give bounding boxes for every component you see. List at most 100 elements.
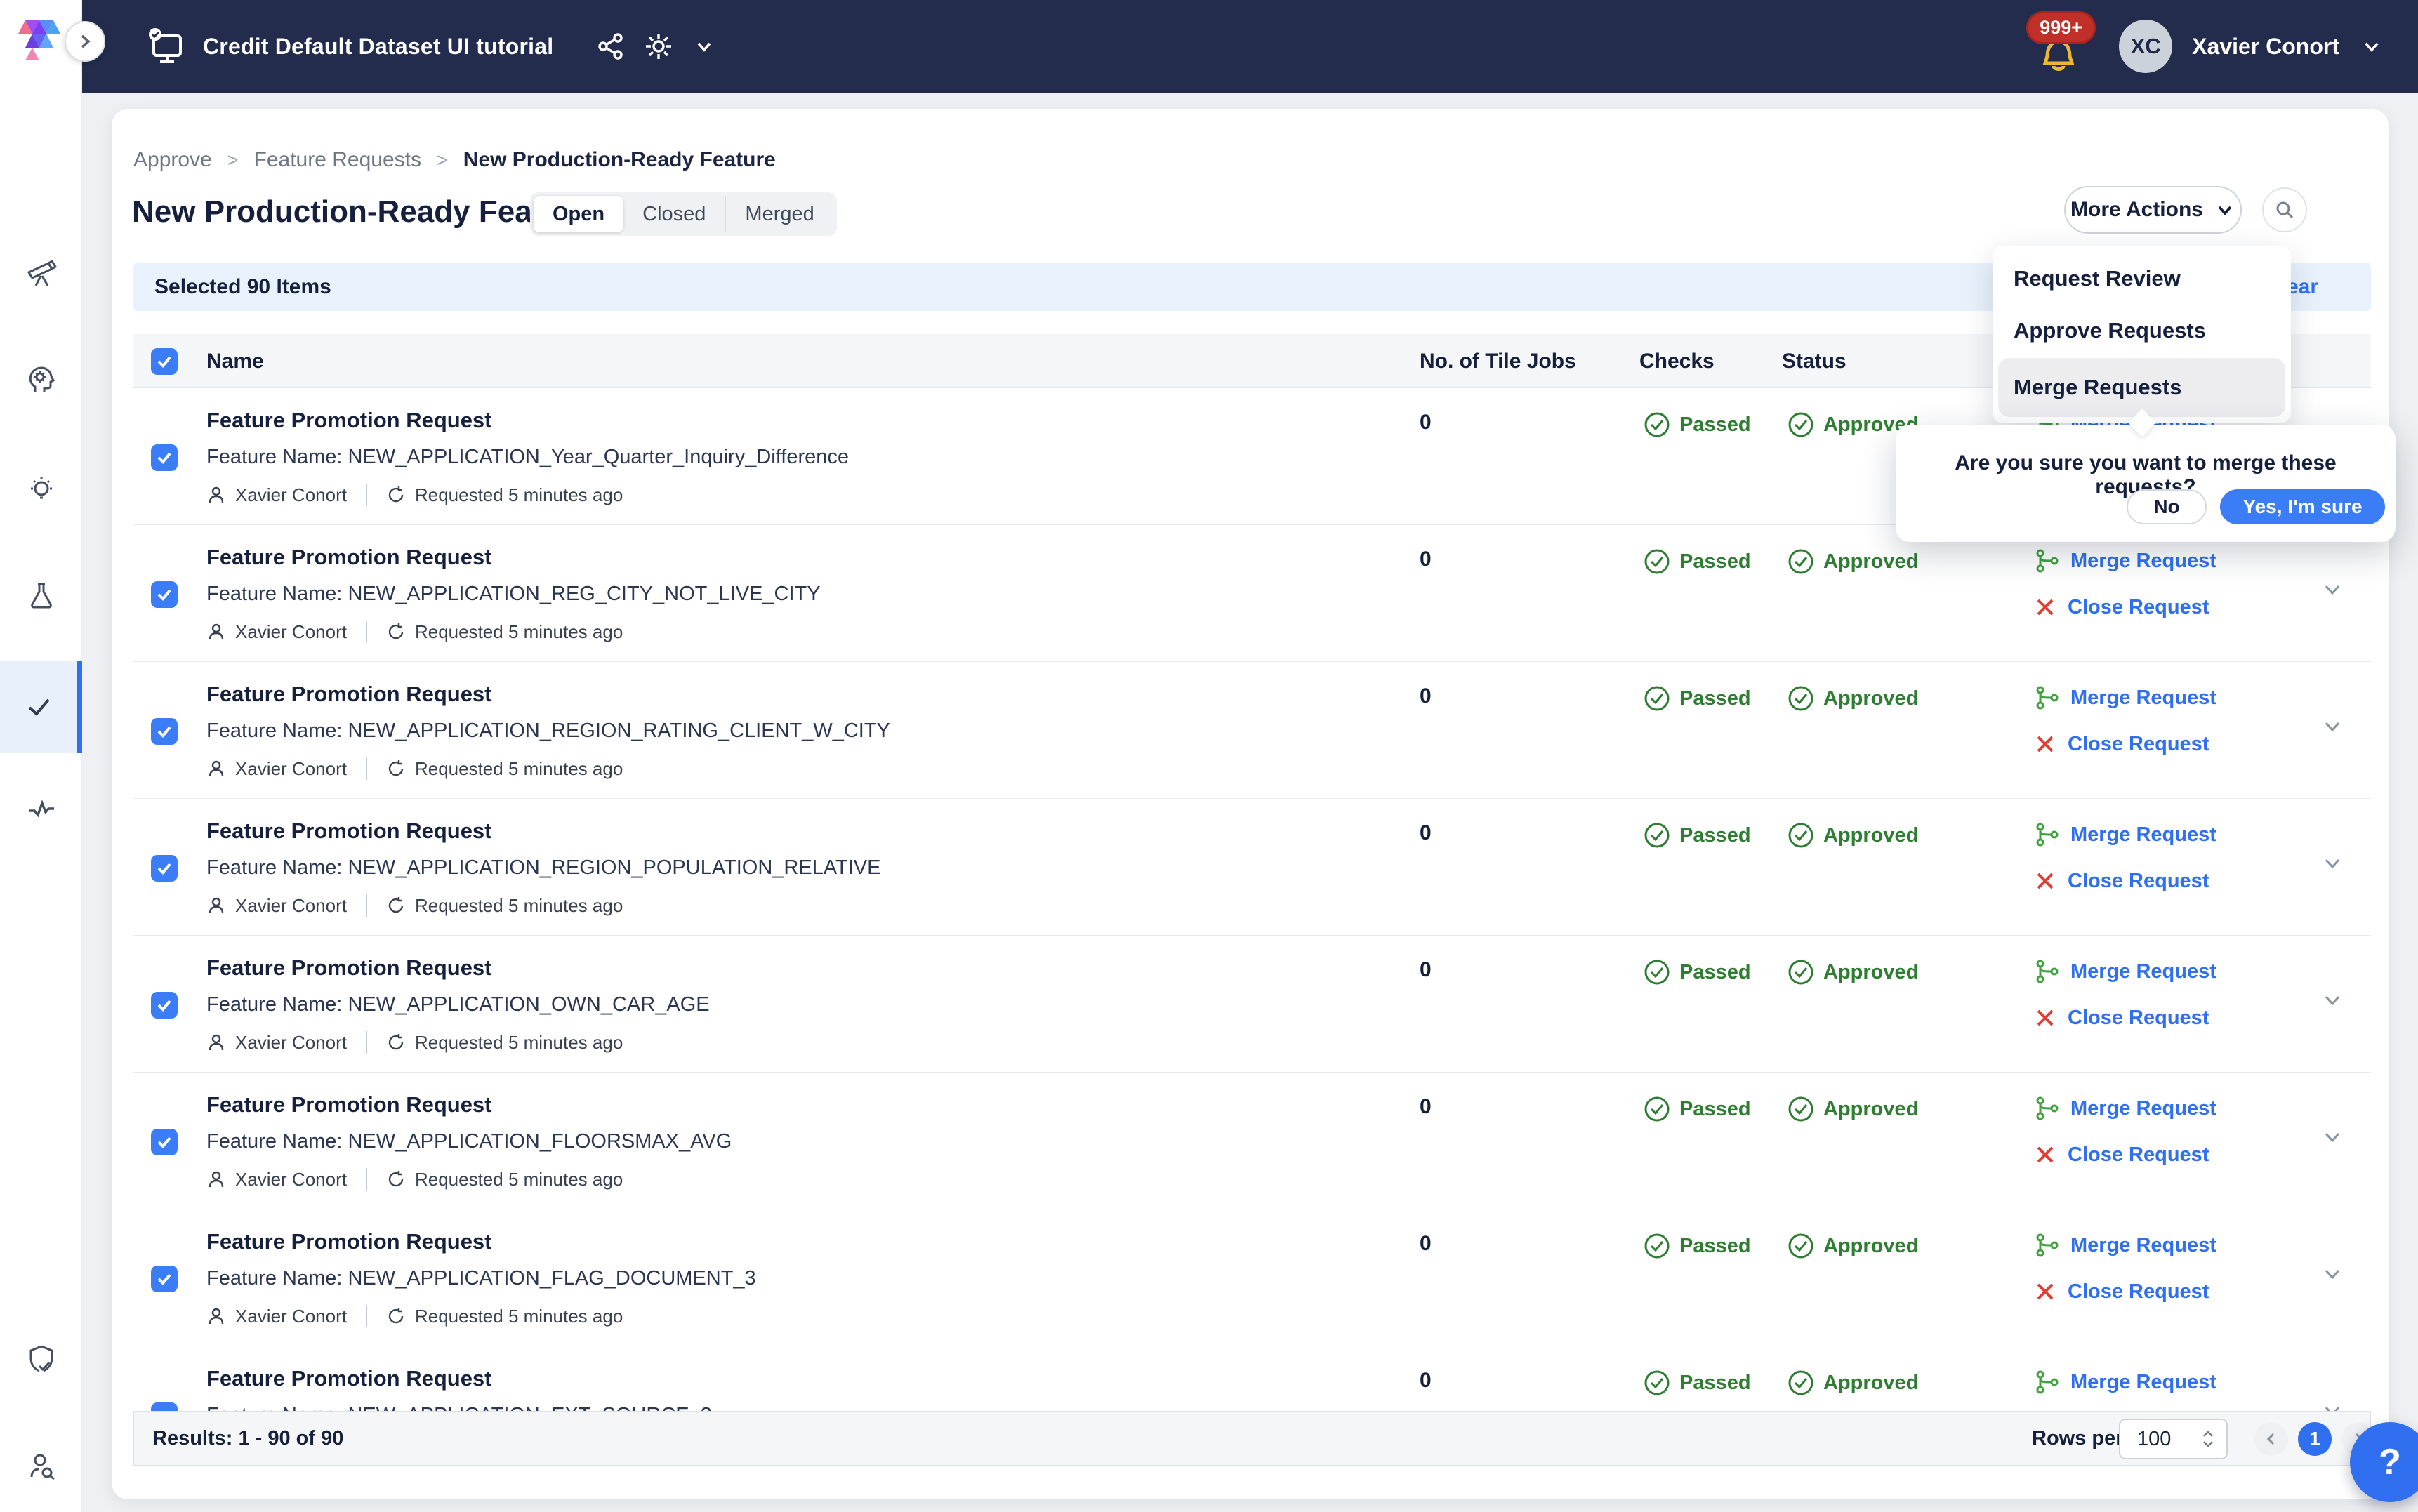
tile-jobs-value: 0: [1420, 1232, 1432, 1256]
sidebar-item-use-cases[interactable]: [0, 333, 82, 425]
merge-request-link[interactable]: Merge Request: [2033, 548, 2216, 574]
breadcrumb-feature-requests[interactable]: Feature Requests: [254, 148, 421, 172]
checkmark-icon: [155, 352, 173, 371]
request-meta: Xavier Conort Requested 5 minutes ago: [206, 757, 623, 780]
close-request-link[interactable]: Close Request: [2033, 595, 2209, 619]
user-chevron-down-icon[interactable]: [2359, 34, 2384, 59]
row-checkbox[interactable]: [151, 1129, 178, 1155]
x-icon: [2033, 732, 2057, 756]
tile-jobs-value: 0: [1420, 1369, 1432, 1393]
requester-name: Xavier Conort: [235, 1032, 347, 1054]
row-checkbox[interactable]: [151, 581, 178, 608]
project-chevron-down-icon[interactable]: [692, 34, 716, 58]
gear-icon[interactable]: [643, 31, 674, 62]
merge-request-link[interactable]: Merge Request: [2033, 1369, 2216, 1395]
lightbulb-icon: [25, 472, 58, 504]
tab-closed[interactable]: Closed: [623, 196, 725, 232]
row-expand-chevron-icon[interactable]: [2320, 988, 2345, 1013]
results-count: Results: 1 - 90 of 90: [152, 1427, 343, 1450]
sidebar-item-experiments[interactable]: [0, 549, 82, 642]
check-circle-icon: [1643, 548, 1671, 576]
request-meta: Xavier Conort Requested 5 minutes ago: [206, 1305, 623, 1327]
person-icon: [206, 622, 226, 642]
check-circle-icon: [1787, 548, 1815, 576]
request-title: Feature Promotion Request: [206, 545, 492, 570]
request-meta: Xavier Conort Requested 5 minutes ago: [206, 1031, 623, 1054]
requested-time: Requested 5 minutes ago: [415, 1169, 623, 1191]
table-footer: Results: 1 - 90 of 90 Rows per page: 100…: [133, 1411, 2371, 1466]
git-merge-icon: [2033, 1232, 2060, 1259]
sidebar-item-user-search[interactable]: [0, 1420, 82, 1512]
check-circle-icon: [1643, 1095, 1671, 1123]
divider: [366, 484, 367, 506]
checks-status: Passed: [1643, 821, 1751, 849]
search-button[interactable]: [2262, 187, 2307, 232]
row-checkbox[interactable]: [151, 992, 178, 1019]
row-checkbox[interactable]: [151, 718, 178, 745]
featurebyte-logo[interactable]: [17, 17, 62, 65]
page-1-button[interactable]: 1: [2298, 1422, 2332, 1456]
table-row: Feature Promotion Request Feature Name: …: [133, 1209, 2371, 1346]
person-icon: [206, 485, 226, 505]
menu-item-request-review[interactable]: Request Review: [1998, 256, 2285, 302]
avatar[interactable]: XC: [2119, 20, 2172, 73]
approval-status: Approved: [1787, 1095, 1918, 1123]
request-meta: Xavier Conort Requested 5 minutes ago: [206, 1168, 623, 1191]
row-expand-chevron-icon[interactable]: [2320, 851, 2345, 876]
project-title: Credit Default Dataset UI tutorial: [203, 34, 553, 60]
menu-item-approve-requests[interactable]: Approve Requests: [1998, 307, 2285, 354]
person-icon: [206, 1033, 226, 1052]
checks-status: Passed: [1643, 548, 1751, 576]
tab-merged[interactable]: Merged: [725, 196, 833, 232]
close-request-link[interactable]: Close Request: [2033, 869, 2209, 893]
request-meta: Xavier Conort Requested 5 minutes ago: [206, 894, 623, 917]
sidebar-item-approve[interactable]: [0, 661, 82, 753]
feature-name: Feature Name: NEW_APPLICATION_Year_Quart…: [206, 446, 849, 469]
select-all-checkbox[interactable]: [151, 348, 178, 375]
table-row: Feature Promotion Request Feature Name: …: [133, 525, 2371, 662]
merge-request-link[interactable]: Merge Request: [2033, 1095, 2216, 1122]
git-merge-icon: [2033, 548, 2060, 574]
yes-button[interactable]: Yes, I'm sure: [2220, 489, 2385, 524]
check-circle-icon: [1643, 821, 1671, 849]
row-expand-chevron-icon[interactable]: [2320, 1125, 2345, 1150]
checkmark-icon: [155, 585, 173, 604]
merge-request-link[interactable]: Merge Request: [2033, 684, 2216, 711]
more-actions-button[interactable]: More Actions: [2064, 186, 2242, 234]
requester-name: Xavier Conort: [235, 1306, 347, 1327]
checks-status: Passed: [1643, 1232, 1751, 1260]
sidebar-item-monitor[interactable]: [0, 763, 82, 856]
row-expand-chevron-icon[interactable]: [2320, 577, 2345, 602]
notifications-bell[interactable]: 999+: [2032, 13, 2099, 80]
sidebar-item-insights[interactable]: [0, 442, 82, 534]
row-checkbox[interactable]: [151, 444, 178, 471]
sidebar-item-governance[interactable]: [0, 1313, 82, 1405]
column-status: Status: [1782, 334, 1846, 388]
refresh-icon: [386, 1306, 406, 1326]
sidebar-toggle-button[interactable]: [65, 21, 105, 62]
tab-open[interactable]: Open: [534, 196, 623, 232]
close-request-link[interactable]: Close Request: [2033, 1143, 2209, 1167]
rows-per-page-select[interactable]: 100: [2119, 1419, 2228, 1459]
close-request-link[interactable]: Close Request: [2033, 1280, 2209, 1304]
git-merge-icon: [2033, 958, 2060, 985]
row-checkbox[interactable]: [151, 1266, 178, 1292]
row-checkbox[interactable]: [151, 855, 178, 882]
breadcrumb-approve[interactable]: Approve: [133, 148, 212, 172]
previous-page-button[interactable]: [2254, 1422, 2288, 1456]
row-expand-chevron-icon[interactable]: [2320, 1261, 2345, 1287]
close-request-link[interactable]: Close Request: [2033, 732, 2209, 756]
sidebar-item-explore[interactable]: [0, 227, 82, 319]
search-icon: [2273, 199, 2296, 221]
approval-status: Approved: [1787, 821, 1918, 849]
no-button[interactable]: No: [2127, 489, 2207, 524]
share-icon[interactable]: [597, 32, 625, 60]
check-circle-icon: [1787, 684, 1815, 712]
merge-request-link[interactable]: Merge Request: [2033, 821, 2216, 848]
breadcrumb-current: New Production-Ready Feature: [463, 148, 776, 172]
requested-time: Requested 5 minutes ago: [415, 484, 623, 506]
merge-request-link[interactable]: Merge Request: [2033, 1232, 2216, 1259]
row-expand-chevron-icon[interactable]: [2320, 714, 2345, 739]
close-request-link[interactable]: Close Request: [2033, 1006, 2209, 1030]
merge-request-link[interactable]: Merge Request: [2033, 958, 2216, 985]
